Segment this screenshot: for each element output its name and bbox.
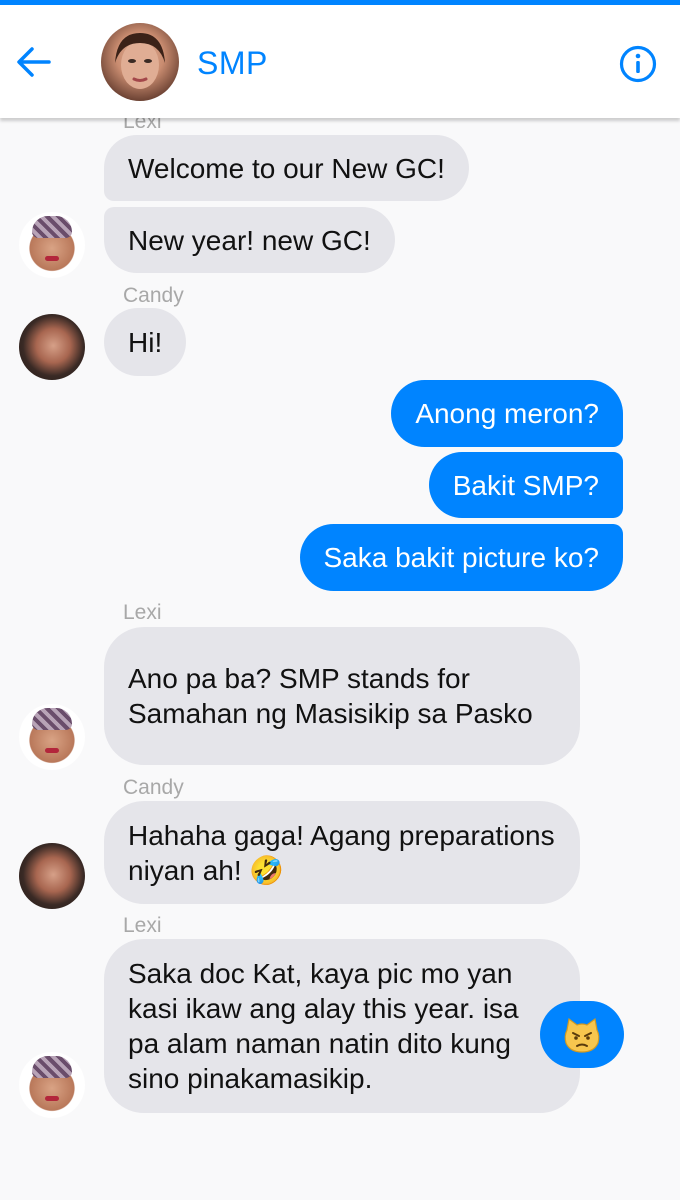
message-bubble[interactable]: Bakit SMP?	[428, 452, 623, 518]
message-bubble[interactable]: Welcome to our New GC!	[104, 135, 469, 201]
sender-name: Candy	[123, 284, 184, 307]
sender-name: Lexi	[123, 601, 162, 624]
back-button[interactable]	[10, 39, 56, 85]
conversation-title[interactable]: SMP	[197, 45, 268, 82]
message-bubble[interactable]: Saka bakit picture ko?	[299, 524, 623, 591]
emoji-message-bubble[interactable]	[540, 1001, 624, 1068]
sender-avatar-candy[interactable]	[19, 314, 85, 380]
message-bubble[interactable]: Anong meron?	[391, 380, 623, 447]
message-bubble[interactable]: Hahaha gaga! Agang preparations niyan ah…	[104, 801, 580, 904]
sender-name: Lexi	[123, 118, 162, 133]
sender-avatar-candy[interactable]	[19, 843, 85, 909]
info-button[interactable]	[616, 42, 660, 86]
angry-cat-emoji	[564, 1017, 600, 1053]
message-bubble[interactable]: New year! new GC!	[104, 207, 395, 273]
group-avatar[interactable]	[101, 23, 179, 101]
sender-name: Lexi	[123, 914, 162, 937]
message-bubble[interactable]: Hi!	[104, 308, 187, 376]
sender-avatar-lexi[interactable]	[19, 704, 85, 770]
conversation-header: SMP	[0, 5, 680, 118]
message-bubble[interactable]: Saka doc Kat, kaya pic mo yan kasi ikaw …	[104, 939, 580, 1113]
sender-avatar-lexi[interactable]	[19, 212, 85, 278]
sender-name: Candy	[123, 776, 184, 799]
info-circle-icon	[619, 45, 657, 83]
message-bubble[interactable]: Ano pa ba? SMP stands for Samahan ng Mas…	[104, 627, 580, 765]
sender-avatar-lexi[interactable]	[19, 1052, 85, 1118]
arrow-left-icon	[17, 47, 51, 77]
